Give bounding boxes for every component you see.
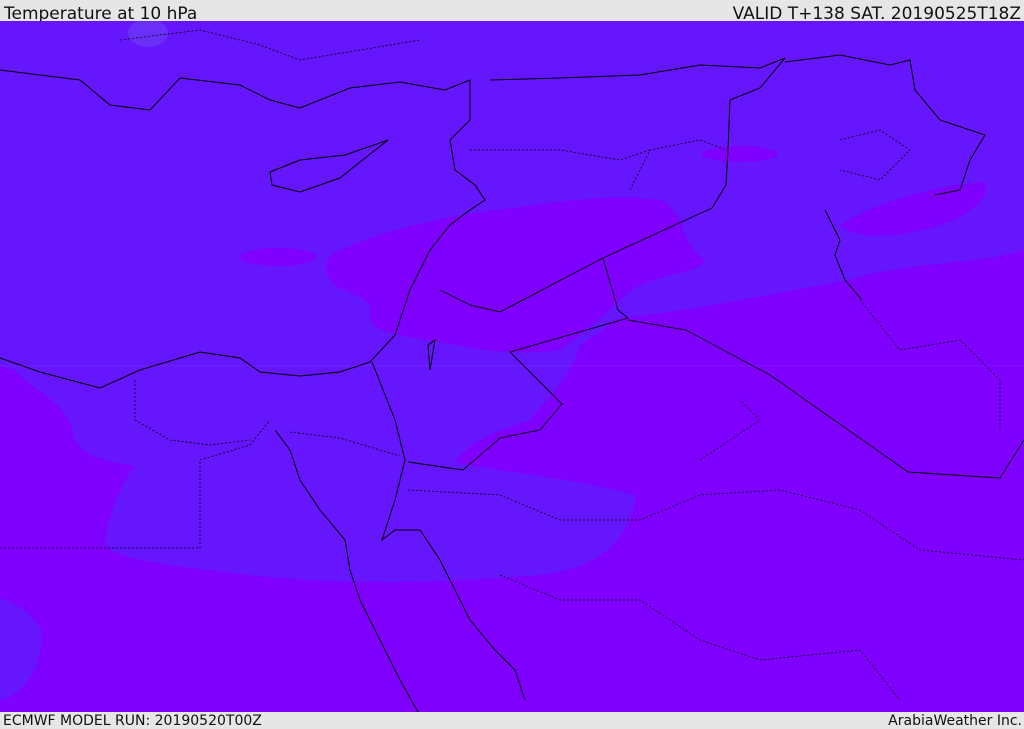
temperature-map (0, 21, 1024, 712)
credit: ArabiaWeather Inc. (888, 713, 1022, 729)
warm-patch-med (240, 248, 316, 266)
header-bar: Temperature at 10 hPa VALID T+138 SAT. 2… (0, 0, 1024, 24)
model-run: ECMWF MODEL RUN: 20190520T00Z (3, 713, 262, 729)
warm-patch-iraq (702, 146, 778, 162)
footer-bar: ECMWF MODEL RUN: 20190520T00Z ArabiaWeat… (0, 712, 1024, 729)
